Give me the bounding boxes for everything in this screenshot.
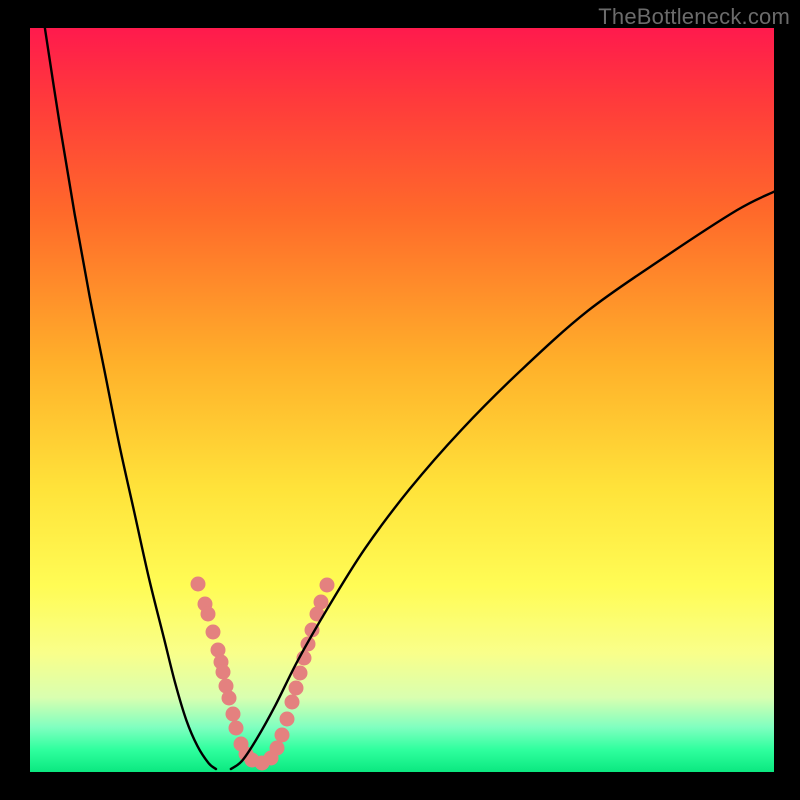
bottleneck-curve-plot (30, 28, 774, 772)
highlight-dot (280, 712, 295, 727)
curve-left-branch (45, 28, 216, 769)
marker-layer (191, 577, 335, 771)
highlight-dot (222, 691, 237, 706)
highlight-dot (289, 681, 304, 696)
highlight-dot (201, 607, 216, 622)
highlight-dot (216, 665, 231, 680)
highlight-dot (229, 721, 244, 736)
highlight-dot (191, 577, 206, 592)
highlight-dot (270, 741, 285, 756)
curve-right-branch (231, 192, 774, 769)
highlight-dot (320, 578, 335, 593)
highlight-dot (285, 695, 300, 710)
highlight-dot (206, 625, 221, 640)
chart-canvas (30, 28, 774, 772)
highlight-dot (275, 728, 290, 743)
highlight-dot (314, 595, 329, 610)
watermark-text: TheBottleneck.com (598, 4, 790, 30)
highlight-dot (226, 707, 241, 722)
